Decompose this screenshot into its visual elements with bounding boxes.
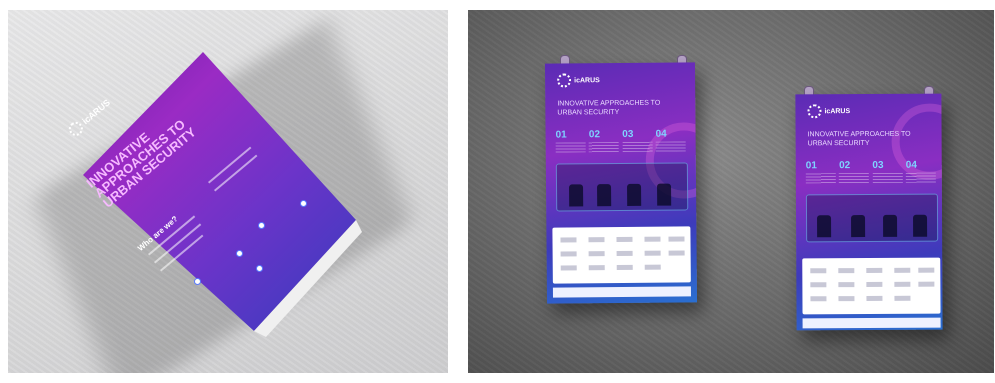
poster-left-numbers: 01 02 03 04 xyxy=(556,128,686,153)
poster-left-logo: icARUS xyxy=(557,73,600,88)
map-marker-icon xyxy=(300,200,307,207)
map-marker-icon xyxy=(236,250,243,257)
poster-left-logo-text: icARUS xyxy=(574,76,600,84)
poster-left-number-3: 03 xyxy=(622,129,653,152)
brochure-mockup-panel: icARUS INNOVATIVE APPROACHES TO URBAN SE… xyxy=(8,10,448,373)
poster-left-illustration xyxy=(555,162,689,212)
poster-left-partner-logos xyxy=(552,226,691,284)
poster-left-number-4: 04 xyxy=(656,128,686,152)
poster-left-title: INNOVATIVE APPROACHES TO URBAN SECURITY xyxy=(557,99,661,117)
poster-left: icARUS INNOVATIVE APPROACHES TO URBAN SE… xyxy=(544,62,698,304)
logo-emblem-icon xyxy=(557,73,572,88)
poster-right-number-1: 01 xyxy=(806,160,836,184)
logo-emblem-icon xyxy=(807,104,822,119)
map-marker-icon xyxy=(256,265,263,272)
poster-right: icARUS INNOVATIVE APPROACHES TO URBAN SE… xyxy=(795,93,943,331)
poster-right-number-4: 04 xyxy=(906,160,936,183)
poster-right-logo-text: icARUS xyxy=(824,107,851,115)
poster-left-footer xyxy=(552,286,691,298)
poster-right-logo: icARUS xyxy=(807,104,851,119)
poster-right-title: INNOVATIVE APPROACHES TO URBAN SECURITY xyxy=(807,130,911,148)
map-marker-icon xyxy=(194,278,201,285)
poster-right-number-3: 03 xyxy=(872,160,903,183)
poster-left-number-2: 02 xyxy=(589,129,620,153)
poster-right-footer xyxy=(802,317,941,329)
poster-right-number-2: 02 xyxy=(839,160,870,184)
poster-left-number-1: 01 xyxy=(556,129,586,153)
poster-right-illustration xyxy=(805,193,939,243)
poster-right-numbers: 01 02 03 04 xyxy=(806,160,936,184)
map-marker-icon xyxy=(258,222,265,229)
poster-right-partner-logos xyxy=(802,257,941,315)
